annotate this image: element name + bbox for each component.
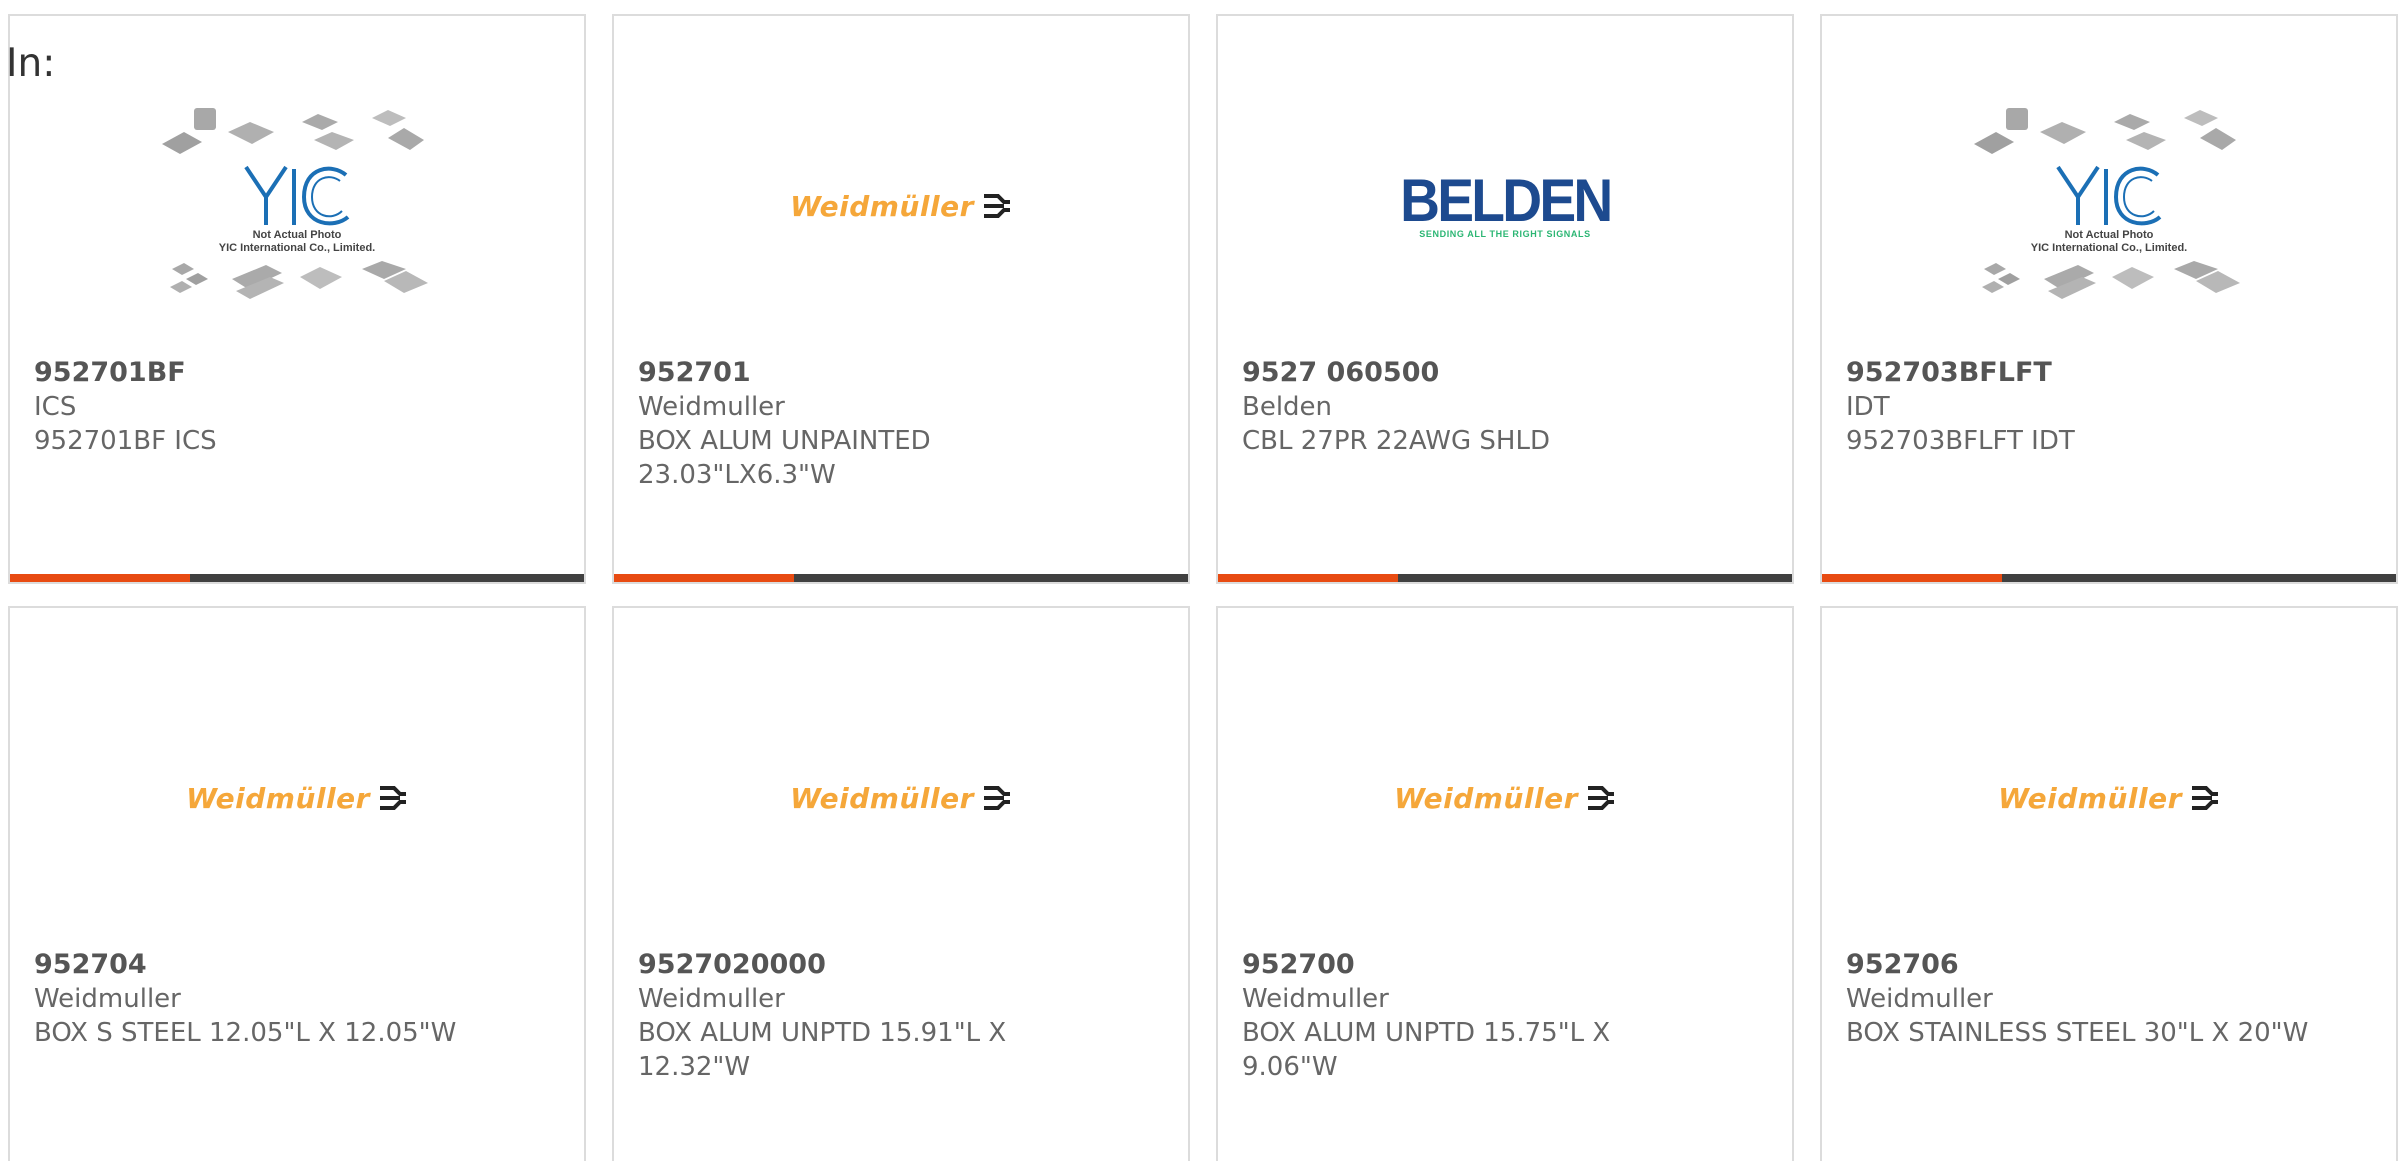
yic-placeholder-image: Not Actual Photo YIC International Co., … <box>162 107 432 305</box>
part-number[interactable]: 952700 <box>1242 948 1355 982</box>
product-image: Weidmüller <box>1822 678 2396 918</box>
description: 952703BFLFT IDT <box>1846 426 2075 456</box>
chip-icons-bottom <box>170 260 428 299</box>
product-results-page: In: Not Actual Photo YIC International C… <box>0 0 2400 1161</box>
belden-logo: BELDEN SENDING ALL THE RIGHT SIGNALS <box>1391 167 1620 240</box>
part-number[interactable]: 9527 060500 <box>1242 356 1439 390</box>
product-image: Weidmüller <box>10 678 584 918</box>
yic-logo-icon <box>244 165 350 225</box>
belden-wordmark: BELDEN <box>1399 167 1613 234</box>
product-card[interactable]: Weidmüller 9527020000 Weidmuller BOX ALU… <box>612 606 1190 1161</box>
placeholder-line2: YIC International Co., Limited. <box>2030 241 2188 254</box>
chip-icons-bottom <box>1982 260 2240 299</box>
placeholder-line2: YIC International Co., Limited. <box>218 241 376 254</box>
part-number[interactable]: 952701 <box>638 356 751 390</box>
product-card[interactable]: Not Actual Photo YIC International Co., … <box>1820 14 2398 584</box>
manufacturer: Weidmuller <box>638 984 785 1014</box>
product-image: Weidmüller <box>1218 678 1792 918</box>
product-image: Weidmüller <box>614 678 1188 918</box>
weidmuller-symbol-icon <box>2191 786 2218 810</box>
description: BOX ALUM UNPTD 15.75"L X 9.06"W <box>1242 1018 1611 1082</box>
product-card[interactable]: Weidmüller 952706 Weidmuller BOX STAINLE… <box>1820 606 2398 1161</box>
product-card[interactable]: Weidmüller 952704 Weidmuller BOX S STEEL… <box>8 606 586 1161</box>
weidmuller-wordmark: Weidmüller <box>1998 781 2182 815</box>
part-number[interactable]: 9527020000 <box>638 948 826 982</box>
description: BOX ALUM UNPTD 15.91"L X 12.32"W <box>638 1018 1007 1082</box>
description: BOX STAINLESS STEEL 30"L X 20"W <box>1846 1018 2309 1048</box>
placeholder-line1: Not Actual Photo <box>252 228 342 241</box>
in-label: In: <box>6 41 56 86</box>
weidmuller-logo: Weidmüller <box>186 782 408 815</box>
card-accent-bar <box>614 574 1188 582</box>
product-image: Not Actual Photo YIC International Co., … <box>10 86 584 326</box>
description: 952701BF ICS <box>34 426 217 456</box>
weidmuller-logo: Weidmüller <box>1394 782 1616 815</box>
manufacturer: Weidmuller <box>34 984 181 1014</box>
card-accent-bar <box>10 574 584 582</box>
weidmuller-logo: Weidmüller <box>790 782 1012 815</box>
product-card[interactable]: BELDEN SENDING ALL THE RIGHT SIGNALS 952… <box>1216 14 1794 584</box>
chip-icons-top <box>1974 107 2236 154</box>
weidmuller-wordmark: Weidmüller <box>790 189 974 223</box>
manufacturer: ICS <box>34 392 77 422</box>
weidmuller-wordmark: Weidmüller <box>790 781 974 815</box>
manufacturer: Weidmuller <box>1846 984 1993 1014</box>
description: BOX ALUM UNPAINTED 23.03"LX6.3"W <box>638 426 931 490</box>
chip-icons-top <box>162 107 424 154</box>
weidmuller-symbol-icon <box>379 786 406 810</box>
weidmuller-wordmark: Weidmüller <box>186 781 370 815</box>
product-image: Not Actual Photo YIC International Co., … <box>1822 86 2396 326</box>
weidmuller-symbol-icon <box>1587 786 1614 810</box>
manufacturer: Belden <box>1242 392 1333 422</box>
part-number[interactable]: 952701BF <box>34 356 186 390</box>
part-number[interactable]: 952706 <box>1846 948 1959 982</box>
weidmuller-logo: Weidmüller <box>790 190 1012 223</box>
product-card[interactable]: Weidmüller 952700 Weidmuller BOX ALUM UN… <box>1216 606 1794 1161</box>
part-number[interactable]: 952703BFLFT <box>1846 356 2052 390</box>
card-accent-bar <box>1218 574 1792 582</box>
yic-logo-icon <box>2056 165 2162 225</box>
description: BOX S STEEL 12.05"L X 12.05"W <box>34 1018 457 1048</box>
manufacturer: Weidmuller <box>638 392 785 422</box>
manufacturer: Weidmuller <box>1242 984 1389 1014</box>
product-image: BELDEN SENDING ALL THE RIGHT SIGNALS <box>1218 86 1792 326</box>
placeholder-line1: Not Actual Photo <box>2064 228 2154 241</box>
description: CBL 27PR 22AWG SHLD <box>1242 426 1550 456</box>
product-card[interactable]: Not Actual Photo YIC International Co., … <box>8 14 586 584</box>
product-image: Weidmüller <box>614 86 1188 326</box>
card-accent-bar <box>1822 574 2396 582</box>
weidmuller-wordmark: Weidmüller <box>1394 781 1578 815</box>
part-number[interactable]: 952704 <box>34 948 147 982</box>
weidmuller-symbol-icon <box>983 786 1010 810</box>
manufacturer: IDT <box>1846 392 1890 422</box>
weidmuller-symbol-icon <box>983 194 1010 218</box>
weidmuller-logo: Weidmüller <box>1998 782 2220 815</box>
product-grid: Not Actual Photo YIC International Co., … <box>8 14 2400 1161</box>
product-card[interactable]: Weidmüller 952701 Weidmuller BOX ALUM UN… <box>612 14 1190 584</box>
yic-placeholder-image: Not Actual Photo YIC International Co., … <box>1974 107 2244 305</box>
